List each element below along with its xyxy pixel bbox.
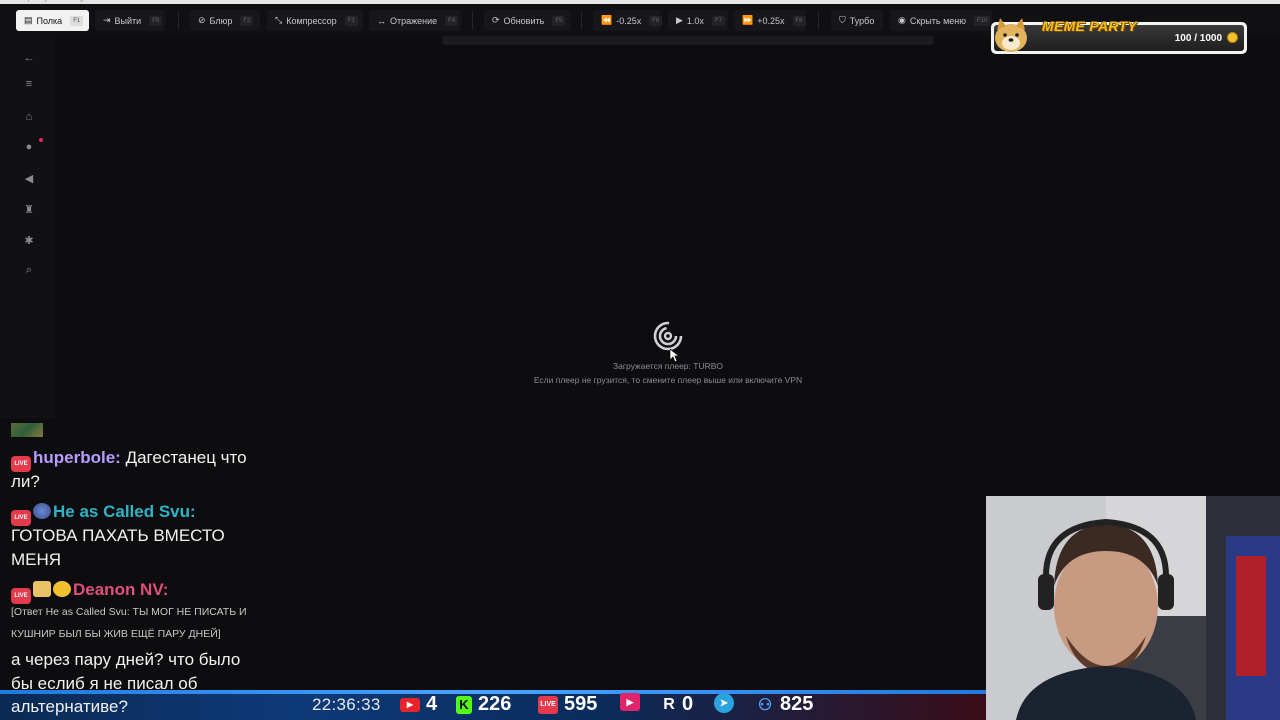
youtube-viewers: ▶ 4 [400, 693, 437, 716]
trophy-icon[interactable]: ♜ [20, 200, 38, 218]
user-icon: ⚇ [757, 696, 773, 714]
chat-reply-quote: [Ответ He as Called Svu: ТЫ МОГ НЕ ПИСАТ… [11, 606, 247, 618]
gear-icon[interactable]: ✱ [20, 231, 38, 249]
refresh-icon: ⟳ [492, 15, 500, 25]
home-icon[interactable]: ⌂ [20, 108, 38, 126]
chat-nick: He as Called Svu: [53, 502, 196, 521]
streamer-webcam-image [986, 496, 1280, 720]
fast-forward-icon: ⏩ [742, 15, 754, 25]
notification-dot [39, 138, 43, 142]
back-arrow-icon[interactable]: ← [20, 49, 38, 67]
meme-party-title: MEME PARTY [1042, 18, 1138, 34]
chat-message: LIVE He as Called Svu: [11, 502, 196, 526]
divider [178, 12, 179, 30]
chat-nick: Deanon NV: [73, 580, 169, 599]
doge-icon [995, 18, 1027, 52]
chat-text-continued: ли? [11, 472, 40, 491]
shield-icon: ⛉ [839, 15, 846, 25]
divider [472, 12, 473, 30]
trovo-icon: ▶ [620, 693, 640, 711]
sidebar: ← ≡ ⌂ ● ◀ ♜ ✱ ⌕ [0, 38, 55, 418]
kick-viewers: K 226 [456, 693, 511, 716]
mirror-button[interactable]: ↔ Отражение F4 [369, 10, 461, 31]
live-badge-icon: LIVE [11, 510, 31, 526]
player-loading-hint: Если плеер не грузится, то смените плеер… [533, 375, 803, 385]
divider [818, 12, 819, 30]
webcam-feed [986, 496, 1280, 720]
live-badge-icon: LIVE [11, 456, 31, 472]
search-icon[interactable]: ⌕ [20, 261, 38, 279]
refresh-button[interactable]: ⟳ Обновить F5 [484, 10, 570, 31]
telegram-icon: ➤ [714, 693, 734, 713]
rewind-icon: ⏪ [601, 15, 613, 25]
browser-tab-text: Rapsberry Bird Loading... [20, 0, 88, 2]
telegram-item: ➤ [714, 693, 734, 713]
kick-icon: K [456, 695, 472, 714]
menu-icon[interactable]: ≡ [20, 75, 38, 93]
eye-icon: ◉ [898, 15, 906, 25]
turbo-button[interactable]: ⛉ Турбо [831, 10, 883, 31]
loading-spinner-icon [653, 321, 683, 351]
exit-button[interactable]: ⇥ Выйти F9 [95, 10, 165, 31]
chat-text-continued: МЕНЯ [11, 550, 62, 569]
trovo-icon-item: ▶ [620, 693, 640, 711]
play-icon: ▶ [676, 15, 683, 25]
shelf-button[interactable]: ▤ Полка F1 [16, 10, 89, 31]
meme-party-widget: MEME PARTY 100 / 1000 [991, 18, 1247, 54]
exit-icon: ⇥ [103, 15, 111, 25]
clock: 22:36:33 [312, 695, 381, 714]
vkplay-viewers: LIVE 595 [538, 693, 597, 716]
compressor-button[interactable]: ⤡ Компрессор F3 [267, 10, 363, 31]
emoji-icon [53, 581, 71, 597]
player-loading-text: Загружается плеер: TURBO [612, 361, 724, 371]
vkplay-live-icon: LIVE [538, 695, 558, 714]
youtube-icon: ▶ [400, 697, 420, 712]
chat-text-continued: альтернативе? [11, 697, 128, 716]
emoji-icon [33, 503, 51, 519]
rutube-icon: R [663, 695, 675, 713]
chat-reply-quote: КУШНИР БЫЛ БЫ ЖИВ ЕЩЁ ПАРУ ДНЕЙ] [11, 628, 221, 640]
beer-icon [33, 581, 51, 597]
hide-menu-button[interactable]: ◉ Скрыть меню F10 [890, 10, 992, 31]
blur-icon: ⊘ [198, 15, 206, 25]
speed-normal-button[interactable]: ▶ 1.0x F7 [668, 10, 728, 31]
chat-text: Дагестанец что [125, 448, 247, 467]
compress-icon: ⤡ [275, 15, 283, 25]
meme-party-count: 100 / 1000 [1174, 33, 1222, 44]
divider [581, 12, 582, 30]
mirror-icon: ↔ [377, 15, 386, 26]
speed-up-button[interactable]: ⏩ +0.25x F8 [734, 10, 806, 31]
coin-icon [1227, 32, 1238, 43]
rutube-viewers: R 0 [663, 693, 694, 715]
player-top-bar [442, 36, 934, 45]
chat-nick: huperbole: [33, 448, 121, 467]
fire-icon[interactable]: ● [20, 138, 38, 156]
speed-down-button[interactable]: ⏪ -0.25x F6 [593, 10, 663, 31]
book-icon: ▤ [24, 15, 33, 25]
chat-text: а через пару дней? что было [11, 650, 241, 669]
chat-message: LIVE Deanon NV: [11, 580, 168, 604]
chat-text: ГОТОВА ПАХАТЬ ВМЕСТО [11, 526, 225, 545]
blur-button[interactable]: ⊘ Блюр F2 [190, 10, 260, 31]
telegram-icon[interactable]: ◀ [20, 169, 38, 187]
live-badge-icon: LIVE [11, 588, 31, 604]
total-viewers: ⚇ 825 [757, 693, 814, 715]
chat-message: LIVE huperbole: Дагестанец что [11, 448, 247, 472]
chat-emote [11, 423, 43, 437]
